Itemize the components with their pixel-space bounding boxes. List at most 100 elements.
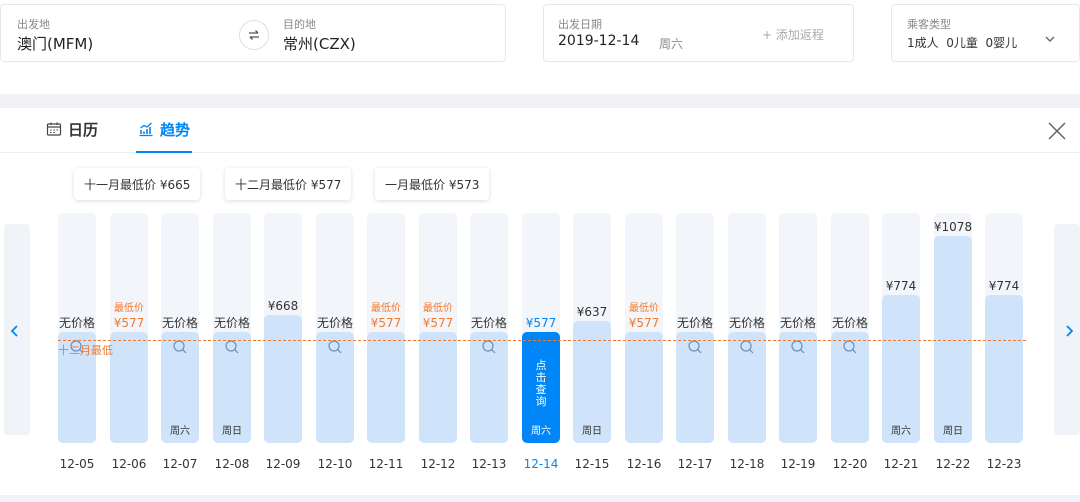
search-icon[interactable]	[327, 339, 343, 355]
search-icon[interactable]	[172, 339, 188, 355]
search-icon[interactable]	[224, 339, 240, 355]
passenger-count: 1成人 0儿童 0婴儿	[907, 36, 1018, 50]
search-icon[interactable]	[790, 339, 806, 355]
price-bar	[419, 332, 457, 443]
price-label: ¥668	[267, 299, 299, 313]
weekday-label: 周六	[531, 426, 551, 437]
month-low-november[interactable]: 十一月最低价 ¥665	[74, 168, 201, 200]
departure-date-label: 出发日期	[558, 18, 602, 31]
lowest-price-tag: 最低价	[423, 303, 453, 314]
date-label-12-23[interactable]: 12-23	[979, 457, 1029, 471]
passenger-selector[interactable]: 乘客类型 1成人 0儿童 0婴儿	[891, 4, 1080, 62]
price-bar	[367, 332, 405, 443]
price-column-12-17[interactable]: 无价格	[676, 213, 714, 443]
weekday-label: 周日	[582, 426, 602, 437]
price-column-12-08[interactable]: 无价格 周日	[213, 213, 251, 443]
date-label-12-18[interactable]: 12-18	[722, 457, 772, 471]
arrival-field[interactable]: 常州(CZX)	[283, 33, 356, 54]
tab-calendar[interactable]: 日历	[46, 119, 98, 153]
add-return-button[interactable]: + 添加返程	[762, 26, 824, 43]
arrival-label: 目的地	[283, 18, 316, 31]
date-label-12-12[interactable]: 12-12	[413, 457, 463, 471]
swap-icon	[249, 30, 259, 40]
price-column-12-05[interactable]: 无价格	[58, 213, 96, 443]
weekday-label: 周六	[170, 426, 190, 437]
price-column-12-11[interactable]: ¥577 最低价	[367, 213, 405, 443]
price-column-12-19[interactable]: 无价格	[779, 213, 817, 443]
chevron-left-icon[interactable]	[8, 324, 22, 338]
date-label-12-05[interactable]: 12-05	[52, 457, 102, 471]
lowest-price-tag: 最低价	[114, 303, 144, 314]
price-column-12-20[interactable]: 无价格	[831, 213, 869, 443]
month-low-january[interactable]: 一月最低价 ¥573	[375, 168, 490, 200]
date-label-12-09[interactable]: 12-09	[258, 457, 308, 471]
price-column-12-10[interactable]: 无价格	[316, 213, 354, 443]
price-label: 无价格	[831, 316, 868, 330]
lowest-price-line-label: 十二月最低	[58, 344, 113, 357]
price-bar	[882, 295, 920, 443]
chevron-down-icon[interactable]	[1043, 32, 1057, 46]
date-label-12-17[interactable]: 12-17	[670, 457, 720, 471]
price-bar	[264, 315, 302, 443]
price-label: ¥774	[885, 279, 917, 293]
departure-date-field[interactable]: 2019-12-14	[558, 33, 639, 49]
price-column-12-22[interactable]: ¥1078 周日	[934, 213, 972, 443]
price-column-12-09[interactable]: ¥668	[264, 213, 302, 443]
tab-trend-label: 趋势	[160, 121, 191, 139]
price-column-12-13[interactable]: 无价格	[470, 213, 508, 443]
price-bar	[625, 332, 663, 443]
weekday-label: 周日	[943, 426, 963, 437]
date-label-12-21[interactable]: 12-21	[876, 457, 926, 471]
calendar-icon	[46, 122, 62, 136]
date-label-12-19[interactable]: 12-19	[773, 457, 823, 471]
lowest-price-line	[58, 340, 1026, 341]
price-label: 无价格	[213, 316, 250, 330]
price-column-12-23[interactable]: ¥774	[985, 213, 1023, 443]
weekday-label: 周日	[222, 426, 242, 437]
departure-label: 出发地	[17, 18, 50, 31]
search-icon[interactable]	[739, 339, 755, 355]
date-label-12-06[interactable]: 12-06	[104, 457, 154, 471]
price-column-12-18[interactable]: 无价格	[728, 213, 766, 443]
price-column-12-15[interactable]: ¥637 周日	[573, 213, 611, 443]
price-column-12-06[interactable]: ¥577 最低价	[110, 213, 148, 443]
date-label-12-10[interactable]: 12-10	[310, 457, 360, 471]
departure-field[interactable]: 澳门(MFM)	[17, 33, 93, 54]
tab-trend[interactable]: 趋势	[136, 119, 193, 153]
price-label: ¥774	[988, 279, 1020, 293]
price-column-12-21[interactable]: ¥774 周六	[882, 213, 920, 443]
price-label: ¥1078	[933, 220, 973, 234]
weekday-label: 周六	[891, 426, 911, 437]
date-label-12-13[interactable]: 12-13	[464, 457, 514, 471]
search-icon[interactable]	[481, 339, 497, 355]
trend-chart-icon	[139, 122, 153, 137]
price-bar	[985, 295, 1023, 443]
date-label-12-22[interactable]: 12-22	[928, 457, 978, 471]
price-bar	[110, 332, 148, 443]
date-label-12-16[interactable]: 12-16	[619, 457, 669, 471]
date-selector: 出发日期 2019-12-14 周六 + 添加返程	[543, 4, 854, 62]
price-column-12-16[interactable]: ¥577 最低价	[625, 213, 663, 443]
swap-cities-button[interactable]	[239, 20, 269, 50]
search-icon[interactable]	[687, 339, 703, 355]
lowest-price-tag: 最低价	[629, 303, 659, 314]
date-label-12-15[interactable]: 12-15	[567, 457, 617, 471]
passenger-type-label: 乘客类型	[907, 18, 951, 31]
click-to-search-label[interactable]: 点击查询	[522, 360, 560, 408]
date-label-12-20[interactable]: 12-20	[825, 457, 875, 471]
price-column-12-07[interactable]: 无价格 周六	[161, 213, 199, 443]
date-label-12-07[interactable]: 12-07	[155, 457, 205, 471]
price-column-12-14[interactable]: ¥577 点击查询周六	[522, 213, 560, 443]
date-label-12-08[interactable]: 12-08	[207, 457, 257, 471]
view-tabs: 日历 趋势	[0, 108, 1080, 153]
month-low-december[interactable]: 十二月最低价 ¥577	[225, 168, 352, 200]
date-label-12-14[interactable]: 12-14	[516, 457, 566, 471]
chevron-right-icon[interactable]	[1062, 324, 1076, 338]
search-icon[interactable]	[842, 339, 858, 355]
search-bar: 出发地 澳门(MFM) 目的地 常州(CZX) 出发日期 2019-12-14 …	[0, 0, 1080, 94]
price-column-12-12[interactable]: ¥577 最低价	[419, 213, 457, 443]
price-calendar-panel: 日历 趋势 十一月最低价 ¥665 十二月最低价 ¥577 一月最低价 ¥573…	[0, 108, 1080, 495]
departure-weekday: 周六	[659, 37, 684, 51]
close-icon[interactable]	[1046, 120, 1068, 142]
date-label-12-11[interactable]: 12-11	[361, 457, 411, 471]
